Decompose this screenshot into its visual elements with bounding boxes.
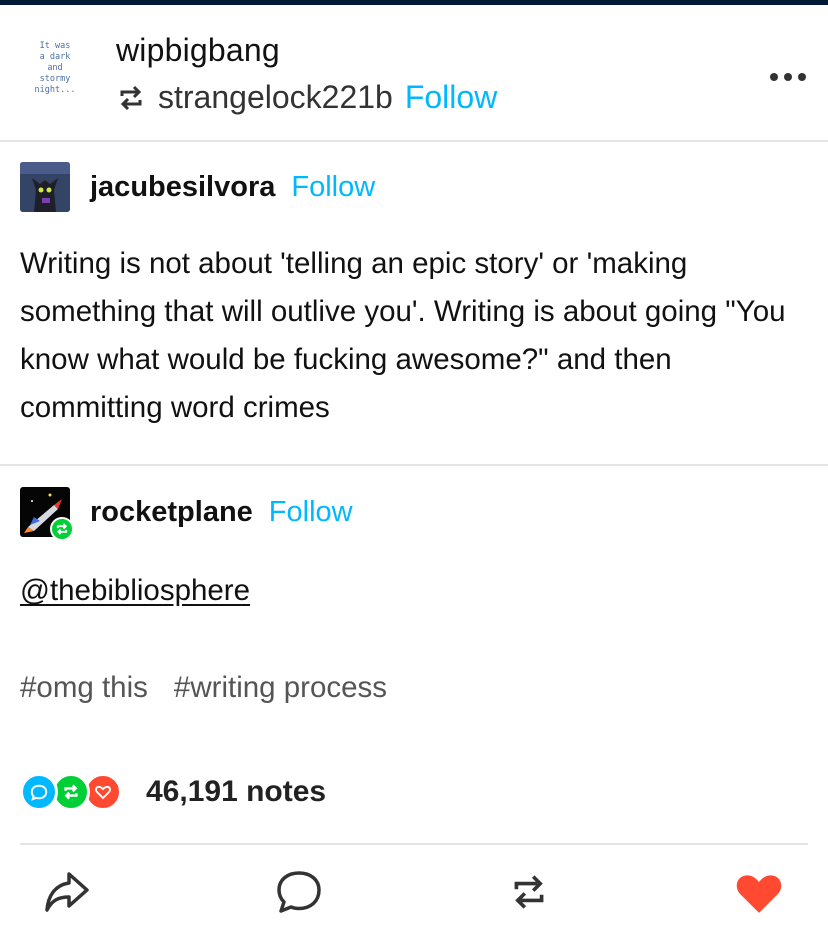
- reply-note-icon: [20, 773, 58, 811]
- trail-user-row: rocketplane Follow: [20, 487, 353, 541]
- post-actions: [0, 845, 828, 935]
- trail-username[interactable]: jacubesilvora: [90, 171, 275, 204]
- trail-username[interactable]: rocketplane: [90, 496, 253, 529]
- note-icons: [20, 773, 122, 811]
- blog-avatar[interactable]: It was a dark and stormy night...: [20, 41, 90, 111]
- share-icon[interactable]: [42, 867, 92, 917]
- blog-avatar-text: It was a dark and stormy night...: [34, 41, 76, 95]
- avatar[interactable]: [20, 487, 74, 541]
- notes-count: 46,191 notes: [146, 775, 327, 808]
- trail-item: jacubesilvora Follow Writing is not abou…: [0, 144, 828, 466]
- trail-item: rocketplane Follow @thebibliosphere #omg…: [0, 468, 828, 843]
- tag[interactable]: #writing process: [174, 671, 387, 705]
- blog-name[interactable]: wipbigbang: [116, 32, 280, 69]
- tag-list: #omg this #writing process: [20, 671, 387, 705]
- follow-button[interactable]: Follow: [405, 79, 497, 116]
- reblog-icon[interactable]: [504, 867, 554, 917]
- reblog-badge-icon: [50, 517, 74, 541]
- post-text: Writing is not about 'telling an epic st…: [20, 247, 786, 424]
- reply-icon[interactable]: [274, 867, 324, 917]
- trail-user-row: jacubesilvora Follow: [20, 162, 375, 212]
- more-options-icon[interactable]: [770, 73, 806, 81]
- avatar[interactable]: [20, 162, 70, 212]
- mention-link[interactable]: @thebibliosphere: [20, 574, 250, 608]
- heart-icon[interactable]: [734, 867, 784, 917]
- follow-button[interactable]: Follow: [269, 496, 353, 529]
- tag[interactable]: #omg this: [20, 671, 148, 705]
- notes-summary[interactable]: 46,191 notes: [20, 773, 326, 811]
- post-header: It was a dark and stormy night... wipbig…: [0, 5, 828, 142]
- follow-button[interactable]: Follow: [291, 171, 375, 204]
- reblog-icon: [120, 85, 142, 110]
- reblogged-from-link[interactable]: strangelock221b: [158, 79, 393, 116]
- reblog-line: strangelock221b Follow: [116, 79, 497, 116]
